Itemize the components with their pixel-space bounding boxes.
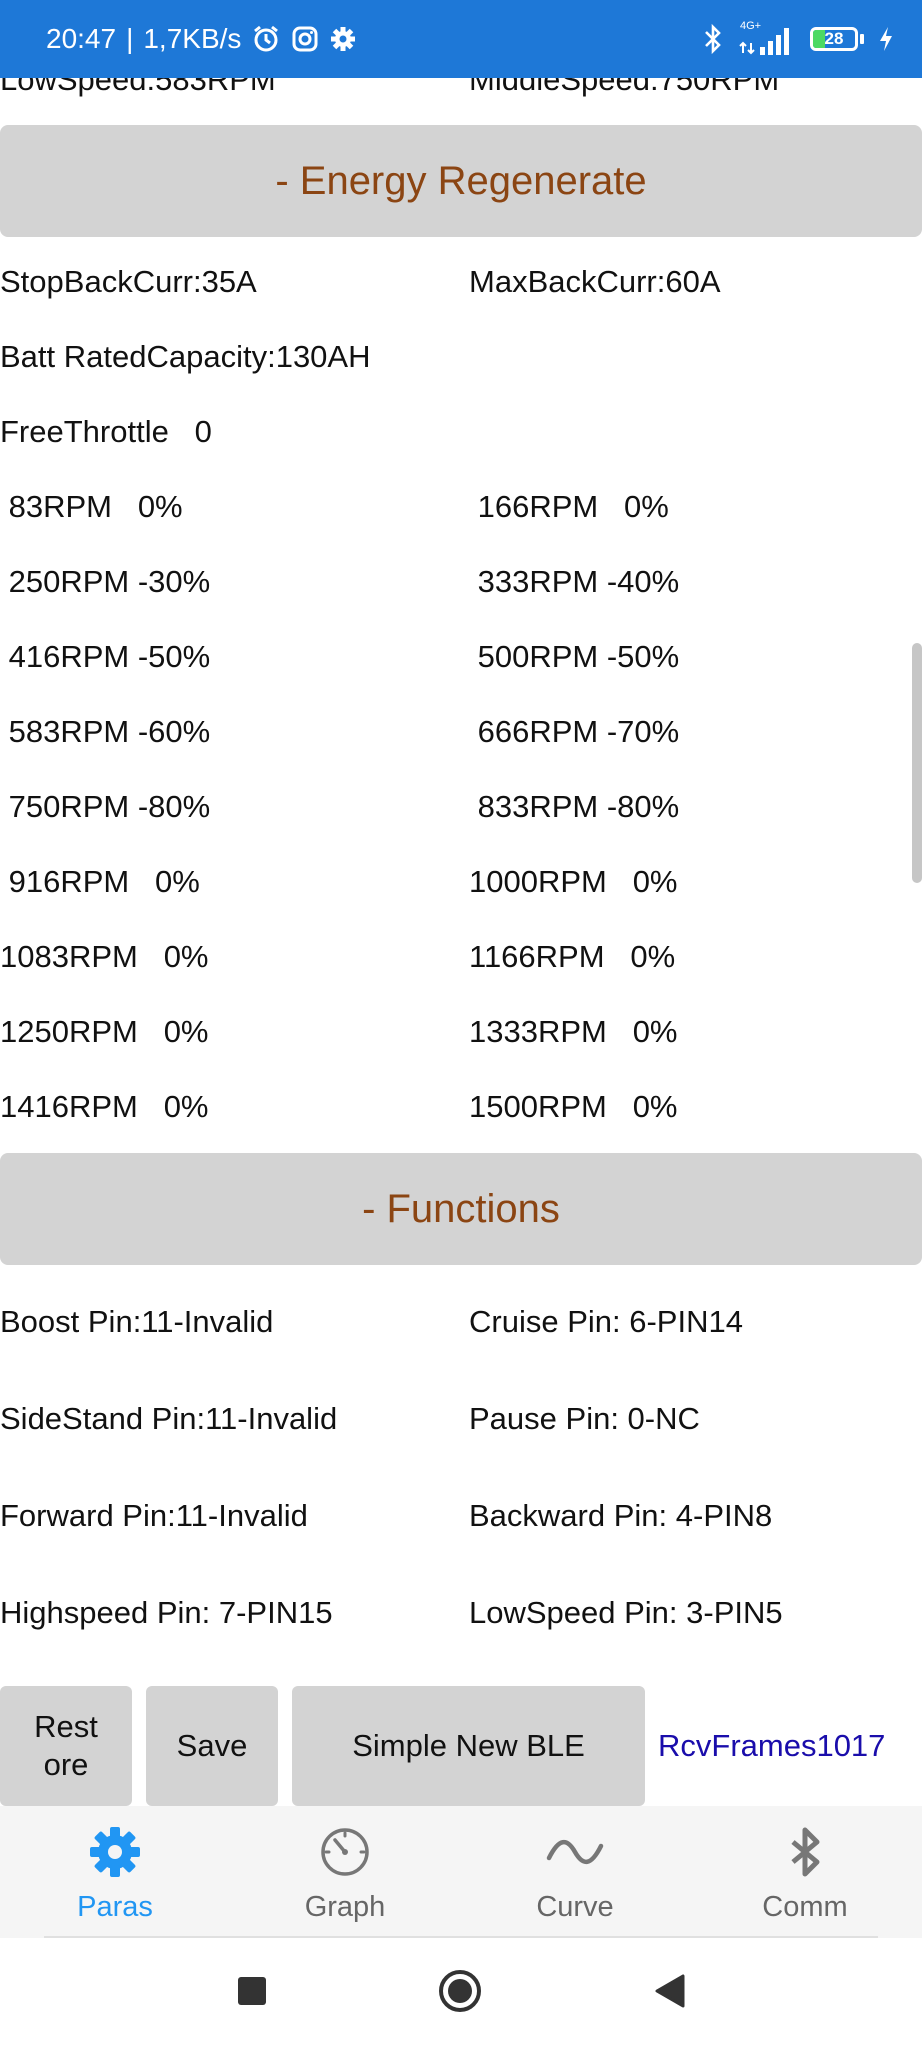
functions-header[interactable]: - Functions <box>0 1153 922 1265</box>
battery-level: 28 <box>824 29 844 48</box>
nav-label: Curve <box>536 1891 614 1923</box>
nav-tab-graph[interactable]: Graph <box>230 1806 460 1938</box>
charging-icon <box>878 25 894 53</box>
nav-label: Graph <box>304 1891 386 1923</box>
rpm-cell: 666RPM -70% <box>469 714 680 749</box>
circle-icon <box>437 1968 483 2019</box>
rpm-cell: 1000RPM 0% <box>469 864 678 899</box>
lowspeed-pin[interactable]: LowSpeed Pin: 3-PIN5 <box>469 1595 783 1631</box>
square-icon <box>236 1975 268 2012</box>
nav-tab-paras[interactable]: Paras <box>0 1806 230 1938</box>
rpm-cell: 1166RPM 0% <box>469 939 676 974</box>
instagram-icon <box>291 25 319 53</box>
rpm-cell: 583RPM -60% <box>0 714 211 749</box>
save-button[interactable]: Save <box>146 1686 278 1806</box>
rpm-cell: 833RPM -80% <box>469 789 680 824</box>
gear-icon <box>329 25 357 53</box>
boost-pin[interactable]: Boost Pin:11-Invalid <box>0 1304 273 1340</box>
rpm-cell: 333RPM -40% <box>469 564 680 599</box>
nav-tab-curve[interactable]: Curve <box>460 1806 690 1938</box>
status-bar-right: 4G+ 28 <box>702 0 894 78</box>
energy-regenerate-header[interactable]: - Energy Regenerate <box>0 125 922 237</box>
backward-pin[interactable]: Backward Pin: 4-PIN8 <box>469 1498 772 1534</box>
nav-tab-comm[interactable]: Comm <box>690 1806 920 1938</box>
free-throttle: FreeThrottle 0 <box>0 414 212 449</box>
highspeed-pin[interactable]: Highspeed Pin: 7-PIN15 <box>0 1595 333 1631</box>
rpm-cell: 250RPM -30% <box>0 564 211 599</box>
simple-new-ble-button[interactable]: Simple New BLE <box>292 1686 645 1806</box>
cruise-pin[interactable]: Cruise Pin: 6-PIN14 <box>469 1304 743 1340</box>
home-button[interactable] <box>430 1938 490 2048</box>
stop-back-curr: StopBackCurr:35A <box>0 264 257 299</box>
rpm-cell: 1416RPM 0% <box>0 1089 209 1124</box>
sidestand-pin[interactable]: SideStand Pin:11-Invalid <box>0 1401 337 1437</box>
rcv-frames-counter: RcvFrames1017 <box>658 1728 886 1763</box>
batt-rated-capacity: Batt RatedCapacity:130AH <box>0 339 371 374</box>
max-back-curr: MaxBackCurr:60A <box>469 264 721 299</box>
network-speed: 1,7KB/s <box>143 23 242 54</box>
status-bar: 20:47 | 1,7KB/s 4G+ 28 <box>0 0 922 78</box>
wave-icon <box>545 1824 605 1885</box>
forward-pin[interactable]: Forward Pin:11-Invalid <box>0 1498 308 1534</box>
pause-pin[interactable]: Pause Pin: 0-NC <box>469 1401 700 1437</box>
scrollbar-thumb[interactable] <box>912 643 922 883</box>
bottom-nav: Paras Graph Curve Comm <box>0 1806 922 1938</box>
rpm-cell: 83RPM 0% <box>0 489 183 524</box>
low-speed-value: LowSpeed:583RPM <box>0 78 276 97</box>
restore-label-line1: Rest <box>34 1709 98 1744</box>
back-triangle-icon <box>653 1973 687 2014</box>
rpm-cell: 1083RPM 0% <box>0 939 209 974</box>
nav-label: Comm <box>762 1891 848 1923</box>
rpm-cell: 750RPM -80% <box>0 789 211 824</box>
rpm-cell: 166RPM 0% <box>469 489 669 524</box>
alarm-icon <box>251 24 281 54</box>
gear-icon <box>87 1824 143 1885</box>
bluetooth-icon <box>702 23 724 55</box>
status-separator: | <box>126 23 134 54</box>
rpm-cell: 416RPM -50% <box>0 639 211 674</box>
system-nav-bar <box>0 1938 922 2048</box>
rpm-cell: 1500RPM 0% <box>469 1089 678 1124</box>
rpm-cell: 500RPM -50% <box>469 639 680 674</box>
battery-icon: 28 <box>810 27 864 51</box>
parameters-content[interactable]: LowSpeed:583RPM MiddleSpeed:750RPM - Ene… <box>0 78 922 1804</box>
back-button[interactable] <box>640 1938 700 2048</box>
status-bar-left: 20:47 | 1,7KB/s <box>46 0 357 78</box>
gauge-icon <box>317 1824 373 1885</box>
rpm-cell: 916RPM 0% <box>0 864 200 899</box>
bluetooth-icon <box>777 1824 833 1885</box>
nav-label: Paras <box>77 1891 153 1923</box>
rpm-cell: 1250RPM 0% <box>0 1014 209 1049</box>
restore-button[interactable]: Rest ore <box>0 1686 132 1806</box>
signal-icon: 4G+ <box>738 19 796 59</box>
battery-fill <box>813 30 825 48</box>
rpm-cell: 1333RPM 0% <box>469 1014 678 1049</box>
recents-button[interactable] <box>222 1938 282 2048</box>
clock: 20:47 <box>46 23 117 54</box>
middle-speed-value: MiddleSpeed:750RPM <box>469 78 780 97</box>
restore-label-line2: ore <box>43 1747 89 1782</box>
